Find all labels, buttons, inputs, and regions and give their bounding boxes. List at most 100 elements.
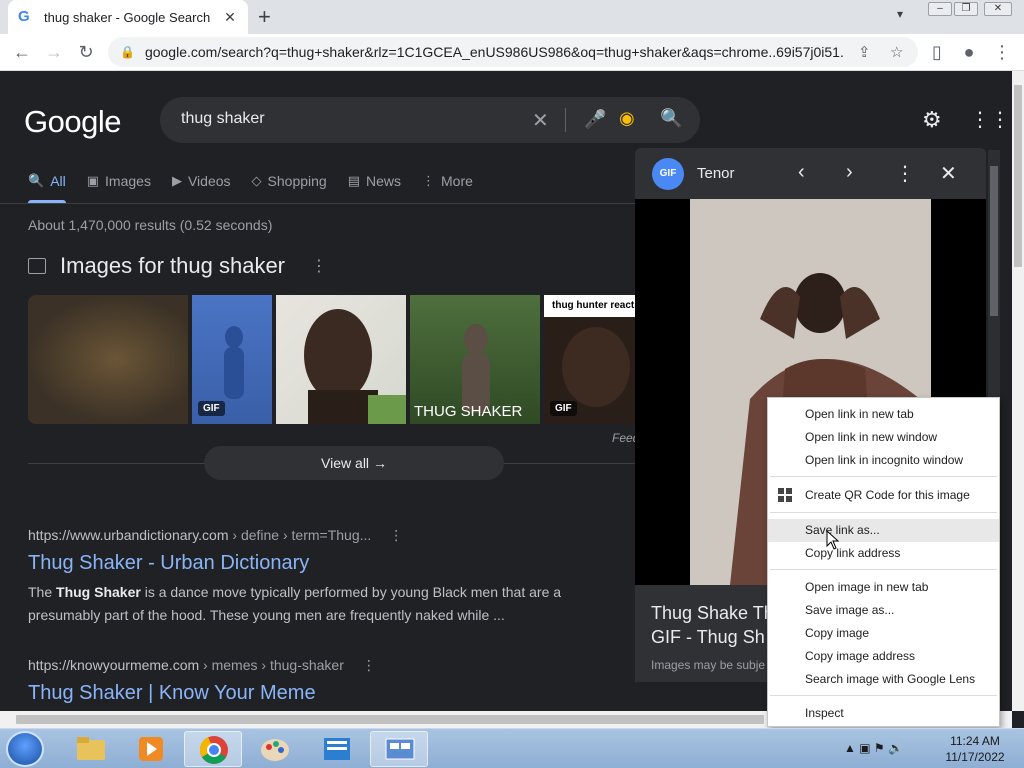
address-bar[interactable]: 🔒 google.com/search?q=thug+shaker&rlz=1C… [108, 37, 918, 67]
back-arrow-icon[interactable]: ← [12, 42, 32, 63]
file-explorer-taskbar-button[interactable] [62, 731, 120, 767]
result-cite[interactable]: https://www.urbandictionary.com › define… [28, 527, 568, 544]
preview-source-name[interactable]: Tenor [697, 165, 735, 182]
search-result: https://www.urbandictionary.com › define… [28, 527, 568, 627]
image-thumbnail[interactable] [276, 295, 406, 424]
context-menu: Open link in new tab Open link in new wi… [767, 397, 1000, 727]
previous-image-icon[interactable]: ‹ [798, 161, 805, 184]
image-thumbnail[interactable] [28, 295, 188, 424]
nav-divider [0, 203, 640, 204]
menu-item-open-link-new-window[interactable]: Open link in new window [768, 426, 999, 449]
paint-icon [261, 739, 289, 761]
result-stats: About 1,470,000 results (0.52 seconds) [28, 217, 273, 233]
menu-item-inspect[interactable]: Inspect [768, 702, 999, 725]
thumbnail-caption: THUG SHAKER [414, 403, 523, 420]
images-section-heading: Images for thug shaker ⋮ [28, 253, 327, 279]
browser-tab[interactable]: G thug shaker - Google Search ✕ [8, 0, 248, 34]
menu-separator [770, 569, 997, 570]
more-options-icon[interactable]: ⋮ [895, 161, 915, 186]
menu-item-create-qr-code[interactable]: Create QR Code for this image [768, 484, 999, 507]
play-icon: ▶ [171, 173, 182, 188]
tab-search-chevron-icon[interactable]: ▾ [897, 7, 903, 21]
screen: G thug shaker - Google Search ✕ + ▾ – ❐ … [0, 0, 1024, 768]
preview-scrollbar-thumb[interactable] [990, 166, 998, 316]
tab-news[interactable]: ▤ News [348, 169, 401, 193]
google-apps-icon[interactable]: ⋮⋮⋮ [970, 107, 1012, 132]
tab-more[interactable]: ⋮ More [422, 169, 473, 193]
restore-icon[interactable]: ❐ [954, 2, 978, 16]
search-icon[interactable]: 🔍 [660, 108, 682, 129]
menu-item-open-link-new-tab[interactable]: Open link in new tab [768, 403, 999, 426]
image-thumbnail[interactable]: thug hunter reaction GIF [544, 295, 640, 424]
media-player-taskbar-button[interactable] [122, 731, 180, 767]
more-options-icon[interactable]: ⋮ [389, 527, 403, 543]
clear-search-icon[interactable]: ✕ [532, 108, 549, 133]
images-heading-text: Images for thug shaker [60, 253, 286, 278]
close-tab-icon[interactable]: ✕ [222, 9, 238, 26]
minimize-icon[interactable]: – [928, 2, 952, 16]
more-options-icon[interactable]: ⋮ [362, 657, 376, 673]
qr-code-icon [778, 488, 792, 502]
chrome-taskbar-button[interactable] [184, 731, 242, 767]
chrome-menu-icon[interactable]: ⋮ [992, 42, 1012, 63]
horizontal-scrollbar-thumb[interactable] [16, 715, 764, 724]
thumbnail-caption: thug hunter reaction [544, 295, 640, 317]
tab-images[interactable]: ▣ Images [87, 169, 151, 193]
profile-avatar-icon[interactable]: ● [959, 42, 979, 63]
reload-icon[interactable]: ↻ [76, 42, 96, 63]
taskbar-clock[interactable]: 11:24 AM 11/17/2022 [938, 733, 1012, 765]
gif-badge: GIF [198, 401, 225, 416]
bookmark-star-icon[interactable]: ☆ [890, 43, 903, 61]
forward-arrow-icon[interactable]: → [44, 42, 64, 63]
menu-item-open-link-incognito[interactable]: Open link in incognito window [768, 449, 999, 472]
menu-item-save-link-as[interactable]: Save link as... [768, 519, 999, 542]
search-icon: 🔍 [28, 173, 45, 188]
control-panel-icon [385, 738, 415, 760]
view-all-button[interactable]: View all → [204, 446, 504, 480]
side-panel-icon[interactable]: ▯ [927, 42, 947, 63]
new-tab-icon[interactable]: + [258, 4, 271, 30]
tab-shopping[interactable]: ◇ Shopping [252, 169, 327, 193]
close-preview-icon[interactable]: ✕ [940, 161, 957, 186]
settings-gear-icon[interactable]: ⚙ [922, 107, 942, 133]
start-button-icon[interactable] [6, 731, 44, 767]
vertical-scrollbar-thumb[interactable] [1014, 85, 1022, 267]
menu-item-copy-link-address[interactable]: Copy link address [768, 542, 999, 565]
more-options-icon[interactable]: ⋮ [311, 256, 327, 276]
result-title-link[interactable]: Thug Shaker - Urban Dictionary [28, 552, 568, 575]
image-thumbnail[interactable]: GIF [192, 295, 272, 424]
close-window-icon[interactable]: ✕ [984, 2, 1012, 16]
paint-taskbar-button[interactable] [246, 731, 304, 767]
result-title-link[interactable]: Thug Shaker | Know Your Meme [28, 682, 376, 705]
menu-separator [770, 512, 997, 513]
google-logo[interactable]: Google [24, 104, 121, 140]
next-image-icon[interactable]: › [846, 161, 853, 184]
microphone-icon[interactable]: 🎤 [584, 109, 606, 130]
search-result: https://knowyourmeme.com › memes › thug-… [28, 657, 376, 705]
app-taskbar-button[interactable] [308, 731, 366, 767]
system-tray-icons[interactable]: ▲ ▣ ⚑ 🔊 [844, 741, 903, 755]
tab-videos[interactable]: ▶ Videos [172, 169, 231, 193]
search-input[interactable]: thug shaker [181, 110, 265, 128]
lock-icon[interactable]: 🔒 [120, 45, 135, 59]
search-box[interactable]: thug shaker ✕ 🎤 ◉ 🔍 [160, 97, 700, 143]
menu-item-copy-image-address[interactable]: Copy image address [768, 645, 999, 668]
control-panel-taskbar-button[interactable] [370, 731, 428, 767]
clock-time: 11:24 AM [950, 734, 1000, 748]
image-thumbnail[interactable]: THUG SHAKER [410, 295, 540, 424]
clock-date: 11/17/2022 [945, 750, 1005, 764]
menu-item-open-image-new-tab[interactable]: Open image in new tab [768, 576, 999, 599]
tab-all[interactable]: 🔍 All [28, 169, 66, 193]
search-nav-tabs: 🔍 All ▣ Images ▶ Videos ◇ Shopping ▤ News ⋮ Mo… [28, 169, 494, 205]
mouse-cursor-icon [826, 530, 840, 550]
result-cite[interactable]: https://knowyourmeme.com › memes › thug-… [28, 657, 376, 674]
tenor-logo[interactable]: GIF [652, 158, 684, 190]
vertical-scrollbar[interactable] [1012, 71, 1024, 711]
share-icon[interactable]: ⇪ [858, 43, 871, 61]
menu-item-search-google-lens[interactable]: Search image with Google Lens [768, 668, 999, 691]
menu-item-copy-image[interactable]: Copy image [768, 622, 999, 645]
menu-separator [770, 476, 997, 477]
menu-item-save-image-as[interactable]: Save image as... [768, 599, 999, 622]
google-lens-icon[interactable]: ◉ [619, 108, 635, 129]
gif-badge: GIF [550, 401, 577, 416]
